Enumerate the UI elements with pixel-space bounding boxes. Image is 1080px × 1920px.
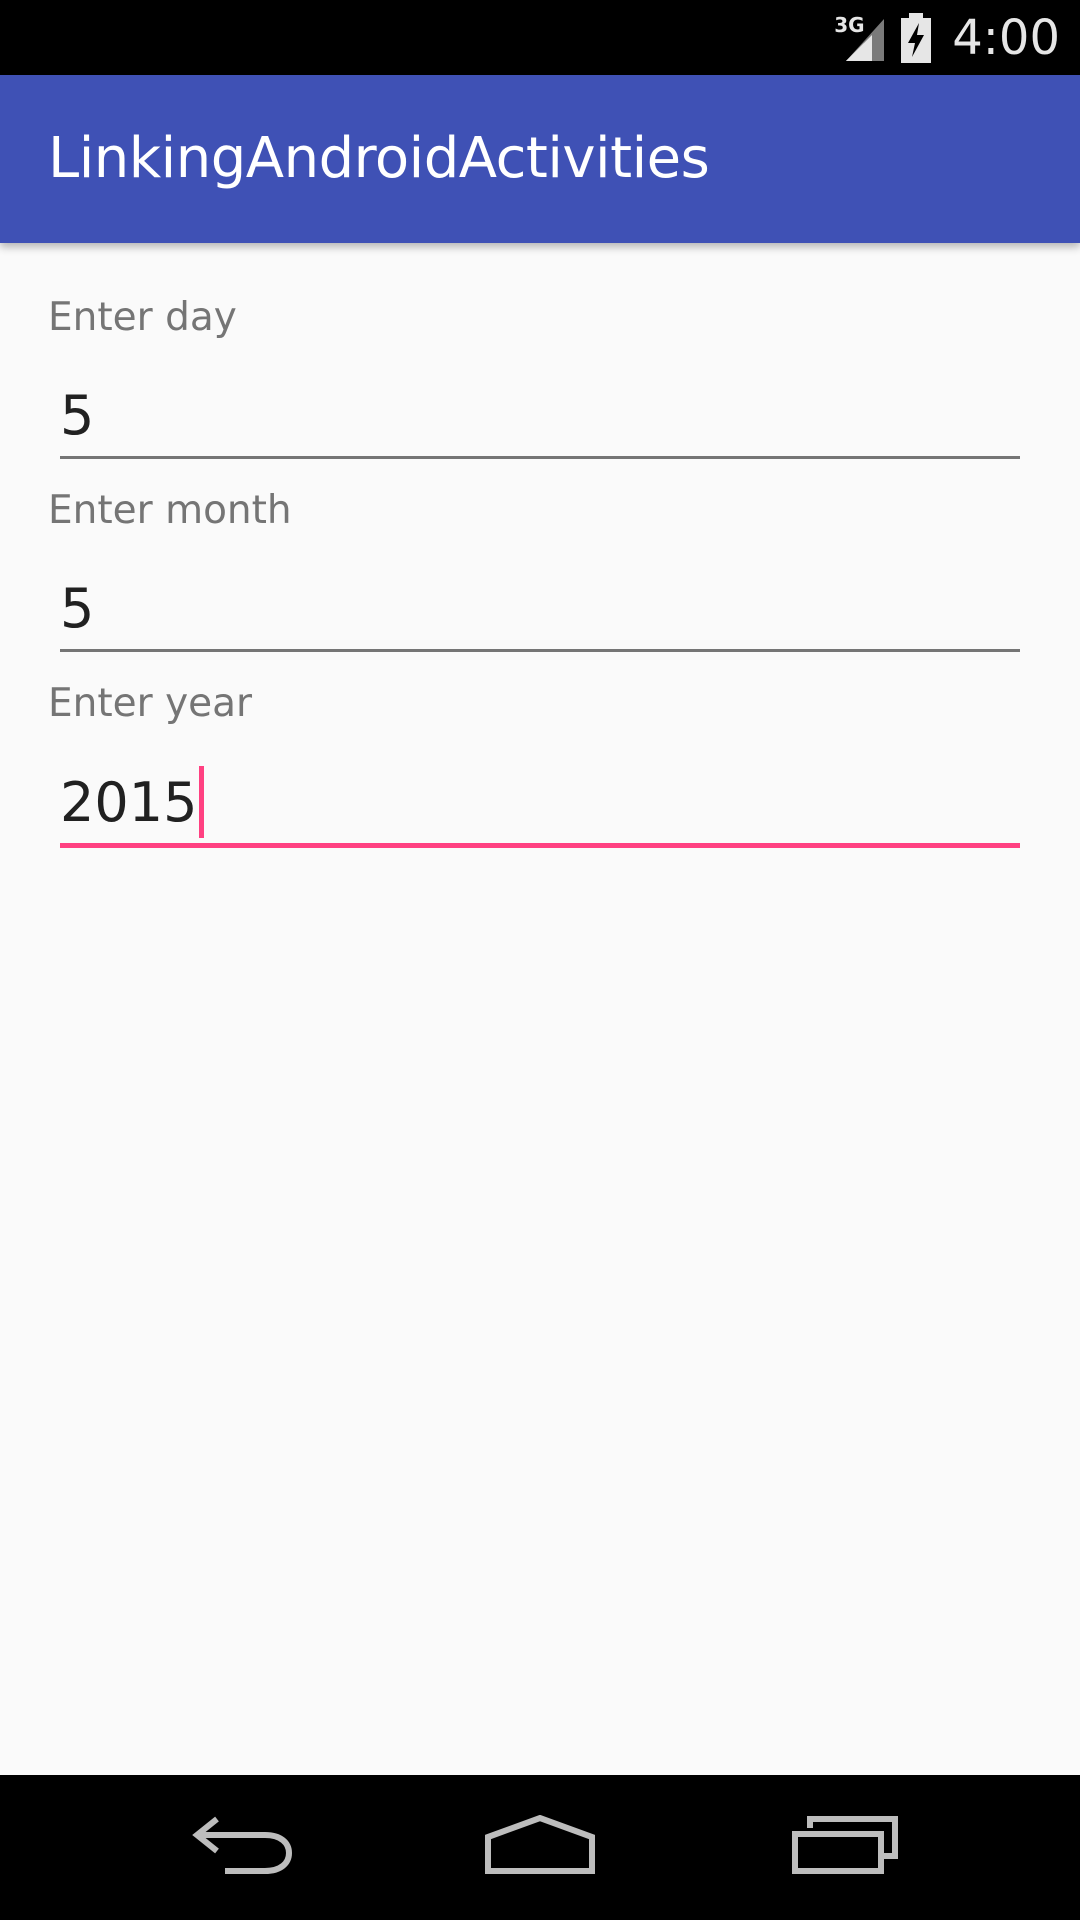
content-area: Enter day 5 Enter month 5 Enter year 201…	[0, 243, 1080, 1775]
navigation-bar	[0, 1775, 1080, 1920]
year-label: Enter year	[48, 681, 253, 726]
text-cursor	[199, 766, 205, 839]
network-type-label: 3G	[834, 12, 865, 37]
year-input-value: 2015	[60, 771, 198, 834]
day-input[interactable]: 5	[60, 371, 1020, 461]
home-button[interactable]	[440, 1775, 640, 1920]
home-icon	[484, 1814, 596, 1880]
app-bar: LinkingAndroidActivities	[0, 75, 1080, 243]
year-input-underline	[60, 843, 1020, 848]
year-input[interactable]: 2015	[60, 758, 1020, 848]
signal-3g-icon: 3G	[834, 13, 886, 63]
day-input-underline	[60, 456, 1020, 459]
battery-charging-icon	[900, 12, 932, 63]
day-input-value: 5	[60, 384, 95, 447]
status-icons: 3G 4:00	[834, 0, 1060, 75]
month-input-value: 5	[60, 577, 95, 640]
month-input-underline	[60, 649, 1020, 652]
day-label: Enter day	[48, 295, 237, 340]
app-title: LinkingAndroidActivities	[48, 126, 710, 191]
month-input[interactable]: 5	[60, 564, 1020, 654]
recents-icon	[792, 1816, 898, 1879]
status-time: 4:00	[952, 9, 1060, 66]
month-label: Enter month	[48, 488, 292, 533]
recents-button[interactable]	[745, 1775, 945, 1920]
status-bar: 3G 4:00	[0, 0, 1080, 75]
back-button[interactable]	[140, 1775, 340, 1920]
back-icon	[185, 1815, 295, 1880]
